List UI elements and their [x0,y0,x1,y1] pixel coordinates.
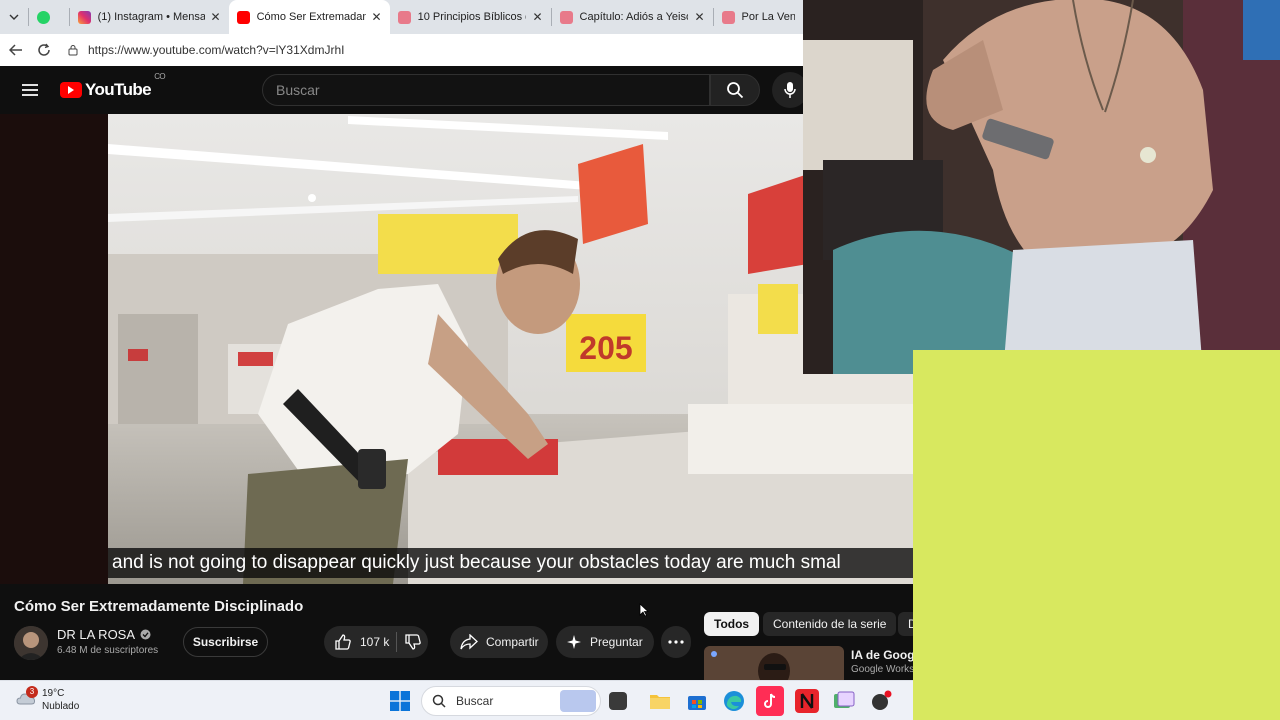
share-label: Compartir [486,635,539,649]
video-subtitle: and is not going to disappear quickly ju… [108,548,913,578]
site-info-icon[interactable] [64,44,82,56]
red-app-icon[interactable] [795,689,819,713]
youtube-icon [236,10,250,24]
youtube-icon [397,10,411,24]
microphone-icon [784,82,796,98]
address-bar: https://www.youtube.com/watch?v=lY31XdmJ… [0,34,803,66]
page-margin [0,114,108,584]
tab-label: Cómo Ser Extremadamente [256,11,366,23]
close-tab-icon[interactable]: ✕ [694,10,704,24]
video-frame-image: 205 [108,114,913,584]
tiktok-icon[interactable] [756,686,784,716]
more-actions-button[interactable] [661,626,691,658]
subscribe-button[interactable]: Suscribirse [183,627,268,657]
ask-button[interactable]: Preguntar [556,626,654,658]
tab-instagram[interactable]: (1) Instagram • Mensajes ✕ [70,0,229,34]
price-tag-text: 205 [579,330,632,366]
back-button[interactable] [2,36,30,64]
youtube-icon [721,10,735,24]
tab-youtube-capitulo[interactable]: Capítulo: Adiós a Yeison Ji ✕ [552,0,713,34]
more-horizontal-icon [668,640,684,644]
tab-label: Por La Venta [741,11,795,23]
chip-series-content[interactable]: Contenido de la serie [763,612,897,636]
youtube-icon [559,10,573,24]
channel-name[interactable]: DR LA ROSA [57,627,151,642]
search-highlight-icon [560,690,596,712]
cloud-weather-icon: 3 [16,686,38,709]
reload-button[interactable] [30,36,58,64]
recommendation-title[interactable]: IA de Google [851,648,913,662]
url-text: https://www.youtube.com/watch?v=lY31XdmJ… [88,43,345,57]
microsoft-store-icon[interactable] [685,689,709,713]
taskbar-search-input[interactable]: Buscar [421,686,601,716]
tab-label: Capítulo: Adiós a Yeison Ji [579,11,689,23]
chatgpt-app-icon[interactable] [869,689,893,713]
verified-badge-icon [140,629,151,640]
search-icon [727,82,744,99]
subscriber-count: 6.48 M de suscriptores [57,645,159,656]
search-input[interactable]: Buscar [262,74,710,106]
chip-todos[interactable]: Todos [704,612,760,636]
ask-label: Preguntar [590,635,643,649]
tab-label: (1) Instagram • Mensajes [97,11,205,23]
search-button[interactable] [710,74,760,106]
close-tab-icon[interactable]: ✕ [532,10,542,24]
webcam-feed-image [803,0,1280,374]
tab-whatsapp[interactable] [29,0,69,34]
like-count: 107 k [360,635,390,649]
share-icon [460,634,478,650]
youtube-header: YouTube CO Buscar [0,66,808,114]
close-tab-icon[interactable]: ✕ [211,10,221,24]
mouse-cursor-icon [639,603,649,617]
weather-temperature: 19°C [42,688,65,699]
back-arrow-icon [9,44,22,56]
search-placeholder: Buscar [276,82,320,98]
green-screen-panel [913,350,1280,720]
tab-youtube-active[interactable]: Cómo Ser Extremadamente ✕ [228,0,390,34]
screen: { "browser": { "tabs": [ {"label": "", "… [0,0,1280,720]
share-button[interactable]: Compartir [450,626,548,658]
edge-browser-icon[interactable] [722,689,746,713]
weather-condition: Nublado [42,701,80,712]
menu-hamburger-icon[interactable] [0,83,60,97]
windows-start-icon[interactable] [388,689,412,713]
dislike-button[interactable] [397,633,428,651]
weather-widget[interactable]: 3 19°C Nublado [16,686,80,713]
url-field[interactable]: https://www.youtube.com/watch?v=lY31XdmJ… [64,37,803,63]
video-title: Cómo Ser Extremadamente Disciplinado [14,598,304,615]
whatsapp-icon [36,10,50,24]
youtube-logo[interactable]: YouTube CO [60,72,166,100]
logo-text: YouTube [85,80,152,99]
thumbs-up-icon [335,634,351,650]
tab-label: 10 Principios Bíblicos de Ja [417,11,527,23]
file-explorer-icon[interactable] [648,689,672,713]
country-code: CO [154,72,165,81]
photos-app-icon[interactable] [832,689,856,713]
webcam-overlay [803,0,1280,374]
video-info-section: Cómo Ser Extremadamente Disciplinado DR … [0,584,918,680]
thumbs-down-icon [404,634,421,650]
search-icon [432,694,446,708]
instagram-icon [77,10,91,24]
recommendation-channel: Google Works [851,664,913,675]
tab-youtube-venta[interactable]: Por La Venta [714,0,803,34]
tab-list-chevron-icon[interactable] [0,0,28,34]
recommendation-thumbnail[interactable] [704,646,844,680]
like-button[interactable]: 107 k [324,633,396,651]
windows-taskbar: 3 19°C Nublado Buscar [0,680,913,720]
like-dislike-group: 107 k [324,626,428,658]
task-view-icon[interactable] [609,692,627,710]
youtube-play-logo-icon [60,82,82,98]
notification-badge: 3 [26,686,38,698]
browser-tab-strip: (1) Instagram • Mensajes ✕ Cómo Ser Extr… [0,0,803,34]
video-player[interactable]: 205 [108,114,913,584]
sparkle-icon [567,635,581,649]
channel-avatar[interactable] [14,626,48,660]
reload-icon [38,43,50,56]
taskbar-search-placeholder: Buscar [456,694,494,708]
channel-name-text: DR LA ROSA [57,627,136,642]
close-tab-icon[interactable]: ✕ [372,10,382,24]
tab-youtube-principios[interactable]: 10 Principios Bíblicos de Ja ✕ [390,0,551,34]
